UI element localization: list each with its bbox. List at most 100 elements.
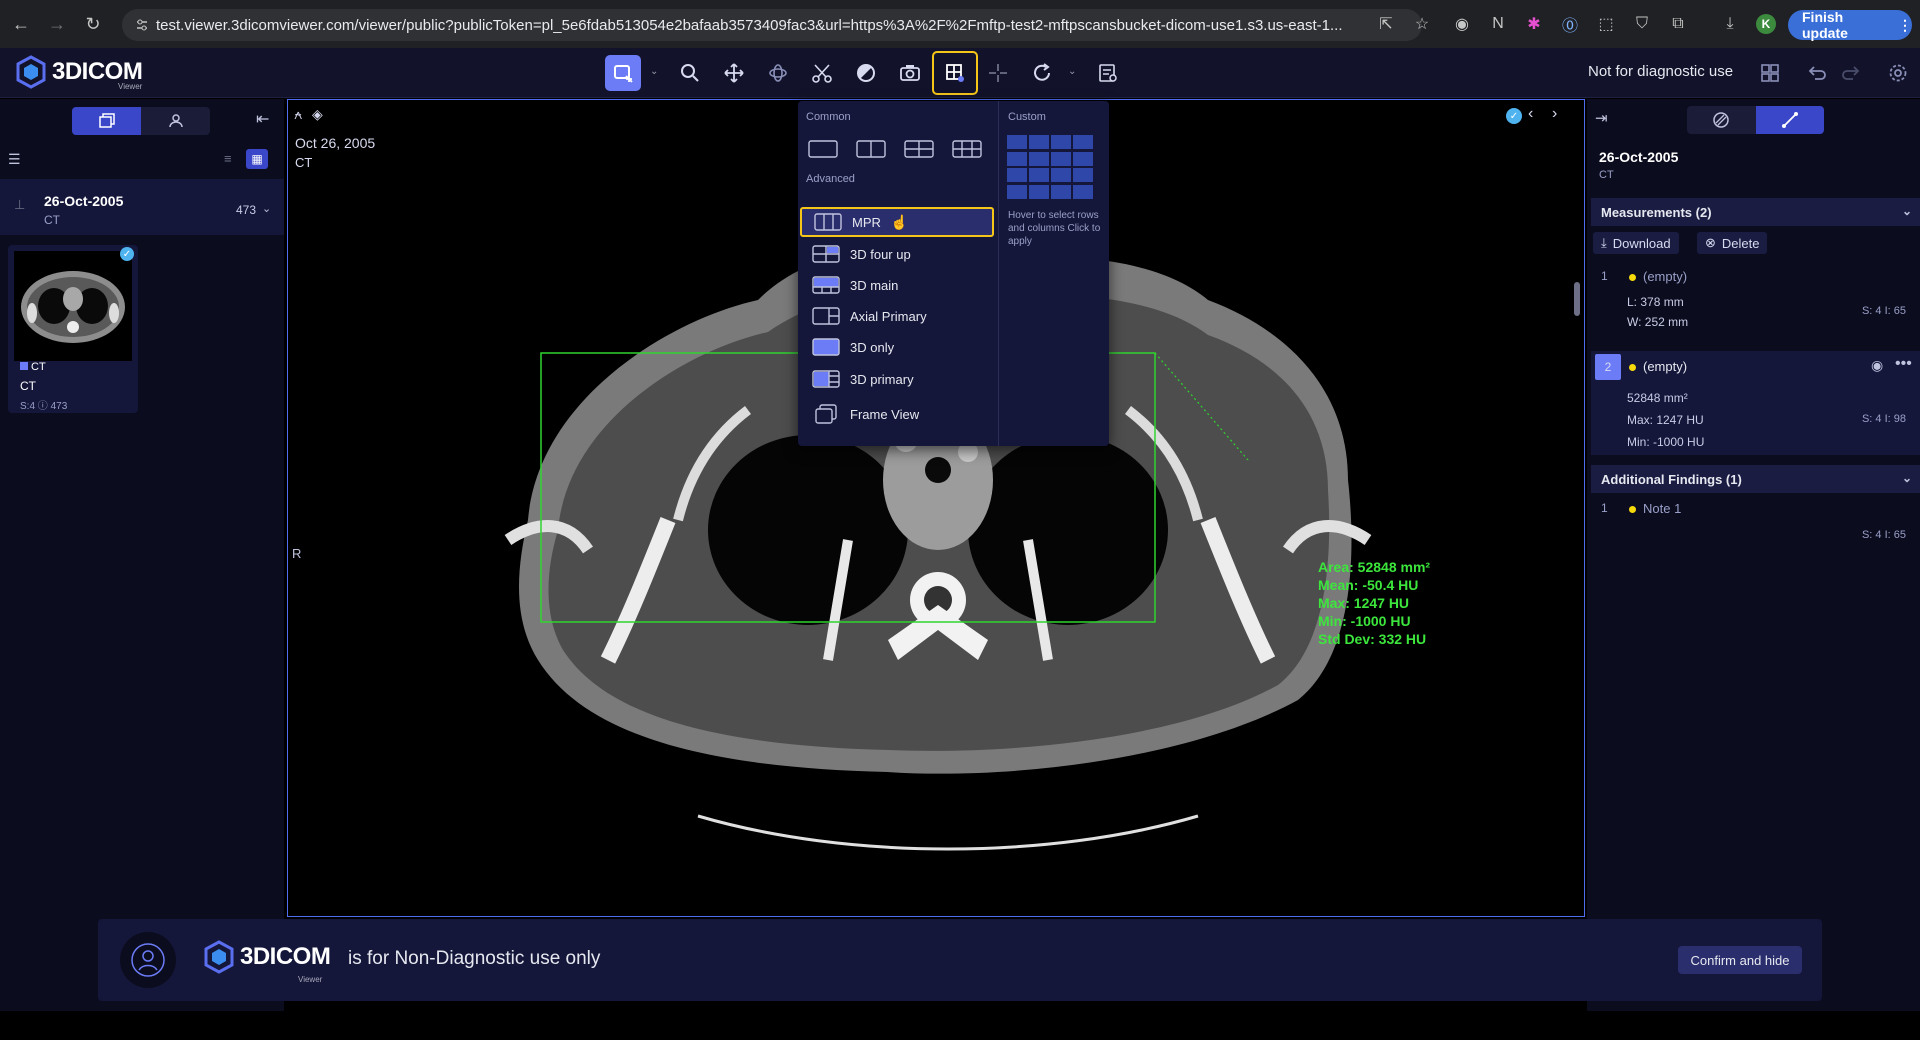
profile-avatar[interactable]: K bbox=[1756, 14, 1776, 34]
site-settings-icon[interactable] bbox=[134, 17, 150, 33]
scissors-tool[interactable] bbox=[804, 55, 840, 91]
layout-3x3-icon[interactable] bbox=[952, 139, 982, 159]
roi-select-tool[interactable] bbox=[605, 55, 641, 91]
custom-grid-cell[interactable] bbox=[1051, 151, 1071, 166]
pink-extension-icon[interactable]: ✱ bbox=[1516, 12, 1552, 36]
download-button[interactable]: ⤓ Download bbox=[1593, 232, 1679, 254]
tab-measurements[interactable] bbox=[1755, 106, 1824, 134]
camera-extension-icon[interactable]: ◉ bbox=[1444, 12, 1480, 36]
custom-grid-cell[interactable] bbox=[1051, 184, 1071, 199]
custom-grid-cell[interactable] bbox=[1029, 184, 1049, 199]
custom-grid-cell[interactable] bbox=[1073, 184, 1093, 199]
reset-tool[interactable] bbox=[1024, 55, 1060, 91]
camera-tool[interactable] bbox=[892, 55, 928, 91]
measurement-value: 52848 mm² bbox=[1627, 391, 1688, 405]
custom-grid-cell[interactable] bbox=[1029, 135, 1049, 149]
layout-item-mpr[interactable]: MPR ☝ bbox=[800, 207, 994, 237]
custom-grid-cell[interactable] bbox=[1029, 168, 1049, 182]
delete-button[interactable]: ⊗ Delete bbox=[1697, 232, 1768, 254]
custom-grid-cell[interactable] bbox=[1073, 151, 1093, 166]
layers-icon[interactable]: ◈ bbox=[312, 106, 323, 123]
prev-image-icon[interactable]: ‹ bbox=[1528, 105, 1533, 123]
hand-cursor-icon: ☝ bbox=[890, 213, 909, 230]
finding-item[interactable]: 1 Note 1 S: 4 I: 65 bbox=[1591, 497, 1920, 547]
findings-title: Additional Findings (1) bbox=[1601, 471, 1742, 487]
custom-grid-cell[interactable] bbox=[1007, 135, 1027, 149]
zoom-tool[interactable] bbox=[672, 55, 708, 91]
custom-grid-cell[interactable] bbox=[1051, 135, 1071, 149]
layout-1x1-icon[interactable] bbox=[808, 139, 838, 159]
segmentation-icon bbox=[1713, 112, 1729, 128]
expand-panel-icon[interactable]: ⇥ bbox=[1595, 109, 1608, 127]
install-app-icon[interactable]: ⇱ bbox=[1368, 12, 1404, 36]
layout-item-3d-primary[interactable]: 3D primary bbox=[800, 364, 994, 394]
chevron-down-icon[interactable]: ⌄ bbox=[262, 202, 271, 215]
shield-extension-icon[interactable]: ⛉ bbox=[1624, 12, 1660, 36]
layout-1x2-icon[interactable] bbox=[856, 139, 886, 159]
screenshot-extension-icon[interactable]: ⬚ bbox=[1588, 12, 1624, 36]
measurement-item[interactable]: 1 (empty) L: 378 mm W: 252 mm S: 4 I: 65 bbox=[1591, 265, 1920, 349]
custom-grid-cell[interactable] bbox=[1007, 184, 1027, 199]
custom-grid-cell[interactable] bbox=[1051, 168, 1071, 182]
layout-item-axial-primary[interactable]: Axial Primary bbox=[800, 301, 994, 331]
list-view-icon[interactable]: ≡ bbox=[224, 151, 232, 166]
pan-tool[interactable] bbox=[716, 55, 752, 91]
grid-view-icon[interactable] bbox=[1752, 55, 1788, 91]
report-tool[interactable] bbox=[1090, 55, 1126, 91]
layout-item-3d-only[interactable]: 3D only bbox=[800, 332, 994, 362]
layout-item-3d-four-up[interactable]: 3D four up bbox=[800, 239, 994, 269]
address-bar[interactable]: test.viewer.3dicomviewer.com/viewer/publ… bbox=[122, 9, 1422, 41]
measurement-item[interactable]: 2 (empty) ◉ ••• 52848 mm² Max: 1247 HU M… bbox=[1591, 351, 1920, 455]
layout-2x2-icon[interactable] bbox=[904, 139, 934, 159]
redo-icon[interactable] bbox=[1834, 55, 1870, 91]
measurements-section-header[interactable]: Measurements (2) ⌄ bbox=[1591, 198, 1920, 226]
finding-color-dot bbox=[1629, 506, 1636, 513]
sync-check-icon[interactable]: ✓ bbox=[1506, 108, 1522, 124]
download-icon: ⤓ bbox=[1601, 235, 1607, 250]
onepassword-extension-icon[interactable]: ⓪ bbox=[1552, 12, 1588, 36]
layout-tool[interactable] bbox=[932, 51, 978, 95]
series-thumbnail-image bbox=[14, 251, 132, 361]
tab-series[interactable] bbox=[72, 107, 141, 135]
forward-icon[interactable]: → bbox=[42, 9, 72, 39]
bookmark-star-icon[interactable]: ☆ bbox=[1404, 12, 1440, 36]
rotate-3d-tool[interactable] bbox=[760, 55, 796, 91]
puzzle-extensions-icon[interactable]: ⧉ bbox=[1660, 12, 1696, 36]
back-icon[interactable]: ← bbox=[6, 9, 36, 39]
finish-update-button[interactable]: Finish update ⋮ bbox=[1788, 9, 1912, 41]
grid-view-toggle-icon[interactable]: ▦ bbox=[246, 149, 268, 169]
series-thumbnail[interactable]: ✓ CT CT S:4 ⓘ 473 bbox=[8, 245, 138, 413]
undo-icon[interactable] bbox=[1798, 55, 1834, 91]
chevron-down-icon[interactable]: ⌄ bbox=[650, 66, 660, 77]
slice-scrollbar[interactable] bbox=[1574, 282, 1580, 316]
tab-patients[interactable] bbox=[141, 107, 210, 135]
layout-item-frame-view[interactable]: Frame View bbox=[800, 399, 994, 429]
findings-section-header[interactable]: Additional Findings (1) ⌄ bbox=[1591, 465, 1920, 493]
reload-icon[interactable]: ↻ bbox=[78, 9, 108, 39]
tab-segmentation[interactable] bbox=[1687, 106, 1756, 134]
collapse-panel-icon[interactable]: ⇤ bbox=[256, 109, 269, 129]
contrast-tool[interactable] bbox=[848, 55, 884, 91]
pin-icon[interactable]: ⊥ bbox=[14, 197, 25, 213]
custom-grid-cell[interactable] bbox=[1029, 151, 1049, 166]
download-icon[interactable]: ⤓ bbox=[1712, 12, 1748, 36]
custom-grid-cell[interactable] bbox=[1007, 168, 1027, 182]
custom-layout-grid[interactable] bbox=[1007, 135, 1093, 199]
custom-grid-cell[interactable] bbox=[1007, 151, 1027, 166]
measurement-index-badge: 2 bbox=[1595, 354, 1621, 380]
chevron-down-icon[interactable]: ⌄ bbox=[1068, 66, 1078, 77]
custom-grid-cell[interactable] bbox=[1073, 135, 1093, 149]
filter-sliders-icon[interactable]: ☰ bbox=[8, 151, 21, 168]
confirm-and-hide-button[interactable]: Confirm and hide bbox=[1678, 946, 1802, 974]
roi-stddev: Std Dev: 332 HU bbox=[1318, 631, 1427, 647]
crosshair-tool[interactable] bbox=[980, 55, 1016, 91]
notion-extension-icon[interactable]: N bbox=[1480, 12, 1516, 36]
layout-item-3d-main[interactable]: 3D main bbox=[800, 270, 994, 300]
advanced-heading: Advanced bbox=[806, 173, 855, 185]
eye-icon[interactable]: ◉ bbox=[1871, 357, 1883, 374]
more-options-icon[interactable]: ••• bbox=[1895, 355, 1912, 373]
settings-gear-icon[interactable] bbox=[1880, 55, 1916, 91]
annotate-icon[interactable]: ⍲ bbox=[294, 106, 302, 123]
next-image-icon[interactable]: › bbox=[1552, 105, 1557, 123]
custom-grid-cell[interactable] bbox=[1073, 168, 1093, 182]
